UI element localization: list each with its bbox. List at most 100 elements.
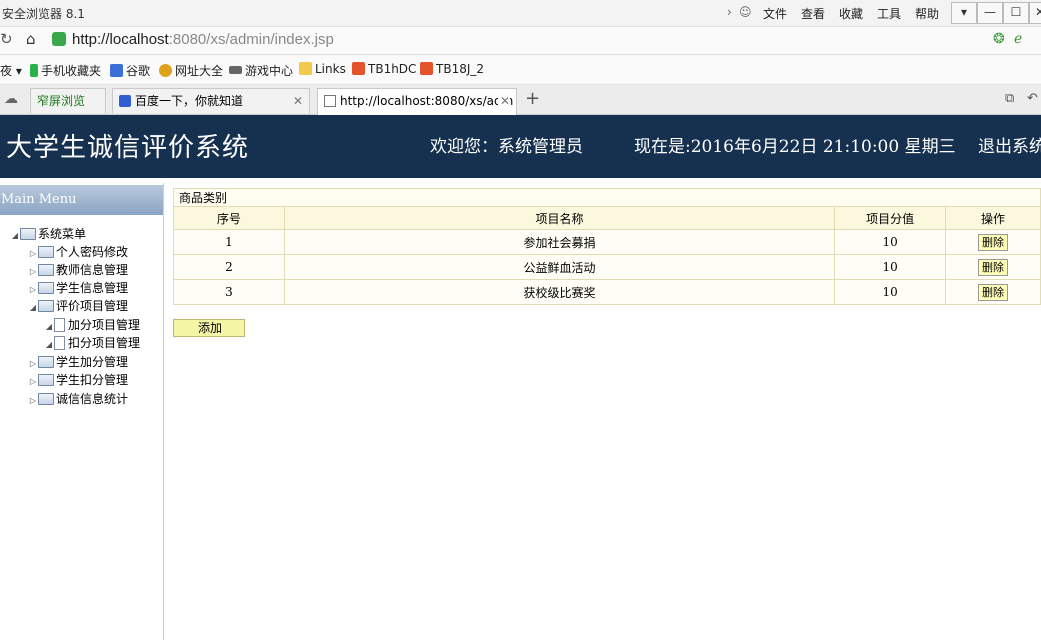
tab-label: 百度一下，你就知道	[135, 94, 244, 108]
delete-button[interactable]: 删除	[978, 283, 1009, 301]
sidebar-item-label: 诚信信息统计	[56, 392, 129, 406]
tab-narrow-browse[interactable]: 窄屏浏览	[30, 88, 106, 113]
collapsed-arrow-icon[interactable]: ▷	[28, 392, 38, 410]
bookmark-google[interactable]: 谷歌	[110, 62, 150, 79]
menu-view[interactable]: 查看	[801, 5, 825, 22]
sidebar-subitem-label: 扣分项目管理	[68, 336, 141, 350]
bookmark-links[interactable]: Links	[299, 62, 346, 76]
sidebar-item-student-bonus[interactable]: ▷ 学生加分管理	[28, 353, 128, 371]
open-folder-icon	[38, 300, 54, 312]
phone-icon	[30, 64, 38, 77]
menu-help[interactable]: 帮助	[915, 5, 939, 22]
items-table: 序号 项目名称 项目分值 操作 1 参加社会募捐 10 删除 2 公益鲜血活动 …	[173, 206, 1041, 305]
browser-title-bar: 安全浏览器 8.1 › ☺ 文件 查看 收藏 工具 帮助 ▾ — ☐ ✕	[0, 0, 1041, 27]
tree-root[interactable]: ◢ 系统菜单	[10, 225, 86, 243]
sidebar-item-label: 个人密码修改	[56, 245, 129, 259]
action-cell: 删除	[945, 254, 1041, 280]
bookmark-mobile[interactable]: 手机收藏夹	[30, 62, 101, 79]
sidebar-item-label: 评价项目管理	[56, 299, 129, 313]
app-title: 大学生诚信评价系统	[6, 133, 250, 163]
row-number: 1	[173, 229, 285, 255]
welcome-text: 欢迎您：系统管理员	[430, 137, 583, 157]
chevron-down-icon[interactable]: 夜 ▾	[0, 62, 22, 79]
column-header: 操作	[945, 206, 1041, 230]
close-tab-icon[interactable]: ✕	[293, 89, 303, 113]
chevron-right-icon[interactable]: ›	[727, 5, 732, 19]
app-header: 大学生诚信评价系统 欢迎您：系统管理员 现在是:2016年6月22日 21:10…	[0, 115, 1041, 178]
sidebar-item-teachers[interactable]: ▷ 教师信息管理	[28, 261, 128, 279]
bookmark-site-nav[interactable]: 网址大全	[159, 62, 223, 79]
table-row: 2 公益鲜血活动 10 删除	[173, 254, 1041, 280]
logout-link[interactable]: 退出系统	[978, 132, 1041, 157]
delete-button[interactable]: 删除	[978, 233, 1009, 251]
collapsed-arrow-icon[interactable]: ▷	[28, 373, 38, 391]
bookmark-games[interactable]: 游戏中心	[229, 62, 293, 79]
sidebar-subitem-bonus-items[interactable]: ◢ 加分项目管理	[44, 316, 140, 334]
tab-strip: ☁ 窄屏浏览 百度一下，你就知道 ✕ http://localhost:8080…	[0, 85, 1041, 115]
folder-icon	[20, 228, 36, 240]
folder-icon	[299, 62, 312, 75]
sidebar: Main Menu ◢ 系统菜单 ▷ 个人密码修改 ▷ 教师信息管理 ▷ 学生信息管理 …	[0, 183, 164, 640]
item-name: 参加社会募捐	[283, 229, 836, 255]
tab-label: http://localhost:8080/xs/adm	[340, 94, 514, 108]
action-cell: 删除	[945, 229, 1041, 255]
close-tab-icon[interactable]: ✕	[497, 89, 510, 113]
row-number: 2	[173, 254, 285, 280]
sidebar-item-statistics[interactable]: ▷ 诚信信息统计	[28, 390, 128, 408]
taobao-icon	[420, 62, 433, 75]
menu-favorites[interactable]: 收藏	[839, 5, 863, 22]
action-cell: 删除	[945, 279, 1041, 305]
url-field[interactable]: http://localhost:8080/xs/admin/index.jsp	[72, 31, 334, 48]
bookmark-tb1hdc[interactable]: TB1hDC	[352, 62, 416, 76]
item-score: 10	[834, 279, 947, 305]
page-icon	[324, 95, 336, 107]
sidebar-item-password[interactable]: ▷ 个人密码修改	[28, 243, 128, 261]
site-nav-icon	[159, 64, 172, 77]
sync-icon[interactable]: ❂	[993, 31, 1005, 47]
baidu-icon	[119, 95, 131, 107]
ie-mode-icon[interactable]: ℯ	[1014, 31, 1022, 47]
cloud-icon[interactable]: ☁	[4, 91, 18, 107]
home-icon[interactable]: ⌂	[26, 30, 36, 48]
folder-icon	[38, 356, 54, 368]
column-header: 项目分值	[834, 206, 947, 230]
page-icon	[54, 318, 65, 332]
sidebar-item-students[interactable]: ▷ 学生信息管理	[28, 279, 128, 297]
expanded-arrow-icon[interactable]: ◢	[28, 299, 38, 317]
sidebar-item-label: 学生加分管理	[56, 355, 129, 369]
new-tab-button[interactable]: +	[525, 88, 540, 109]
skin-icon[interactable]: ▾	[951, 2, 977, 24]
user-icon[interactable]: ☺	[739, 5, 752, 19]
sidebar-item-student-penalty[interactable]: ▷ 学生扣分管理	[28, 371, 128, 389]
folder-icon	[38, 282, 54, 294]
leaf-marker-icon: ◢	[45, 340, 53, 349]
folder-icon	[38, 393, 54, 405]
close-window-button[interactable]: ✕	[1029, 2, 1041, 24]
item-score: 10	[834, 254, 947, 280]
row-number: 3	[173, 279, 285, 305]
sidebar-subitem-label: 加分项目管理	[68, 318, 141, 332]
menu-file[interactable]: 文件	[763, 5, 787, 22]
sidebar-item-label: 学生扣分管理	[56, 373, 129, 387]
tab-active-localhost[interactable]: http://localhost:8080/xs/adm ✕	[317, 88, 517, 115]
menu-tools[interactable]: 工具	[877, 5, 901, 22]
tab-baidu[interactable]: 百度一下，你就知道 ✕	[112, 88, 310, 113]
maximize-button[interactable]: ☐	[1003, 2, 1029, 24]
bookmark-tb18j[interactable]: TB18J_2	[420, 62, 484, 76]
refresh-icon[interactable]: ↻	[0, 30, 13, 48]
add-button[interactable]: 添加	[173, 319, 245, 337]
delete-button[interactable]: 删除	[978, 258, 1009, 276]
item-name: 获校级比赛奖	[283, 279, 836, 305]
bookmarks-bar: 夜 ▾ 手机收藏夹 谷歌 网址大全 游戏中心 Links TB1hDC TB18…	[0, 55, 1041, 85]
minimize-button[interactable]: —	[977, 2, 1003, 24]
folder-icon	[38, 264, 54, 276]
folder-icon	[38, 374, 54, 386]
taobao-icon	[352, 62, 365, 75]
sidebar-subitem-penalty-items[interactable]: ◢ 扣分项目管理	[44, 334, 140, 352]
tab-list-icon[interactable]: ⧉	[1005, 91, 1014, 106]
expanded-arrow-icon[interactable]: ◢	[10, 227, 20, 245]
table-row: 1 参加社会募捐 10 删除	[173, 229, 1041, 255]
column-header: 序号	[173, 206, 285, 230]
sidebar-item-evaluation[interactable]: ◢ 评价项目管理	[28, 297, 128, 315]
undo-close-icon[interactable]: ↶	[1027, 91, 1038, 106]
